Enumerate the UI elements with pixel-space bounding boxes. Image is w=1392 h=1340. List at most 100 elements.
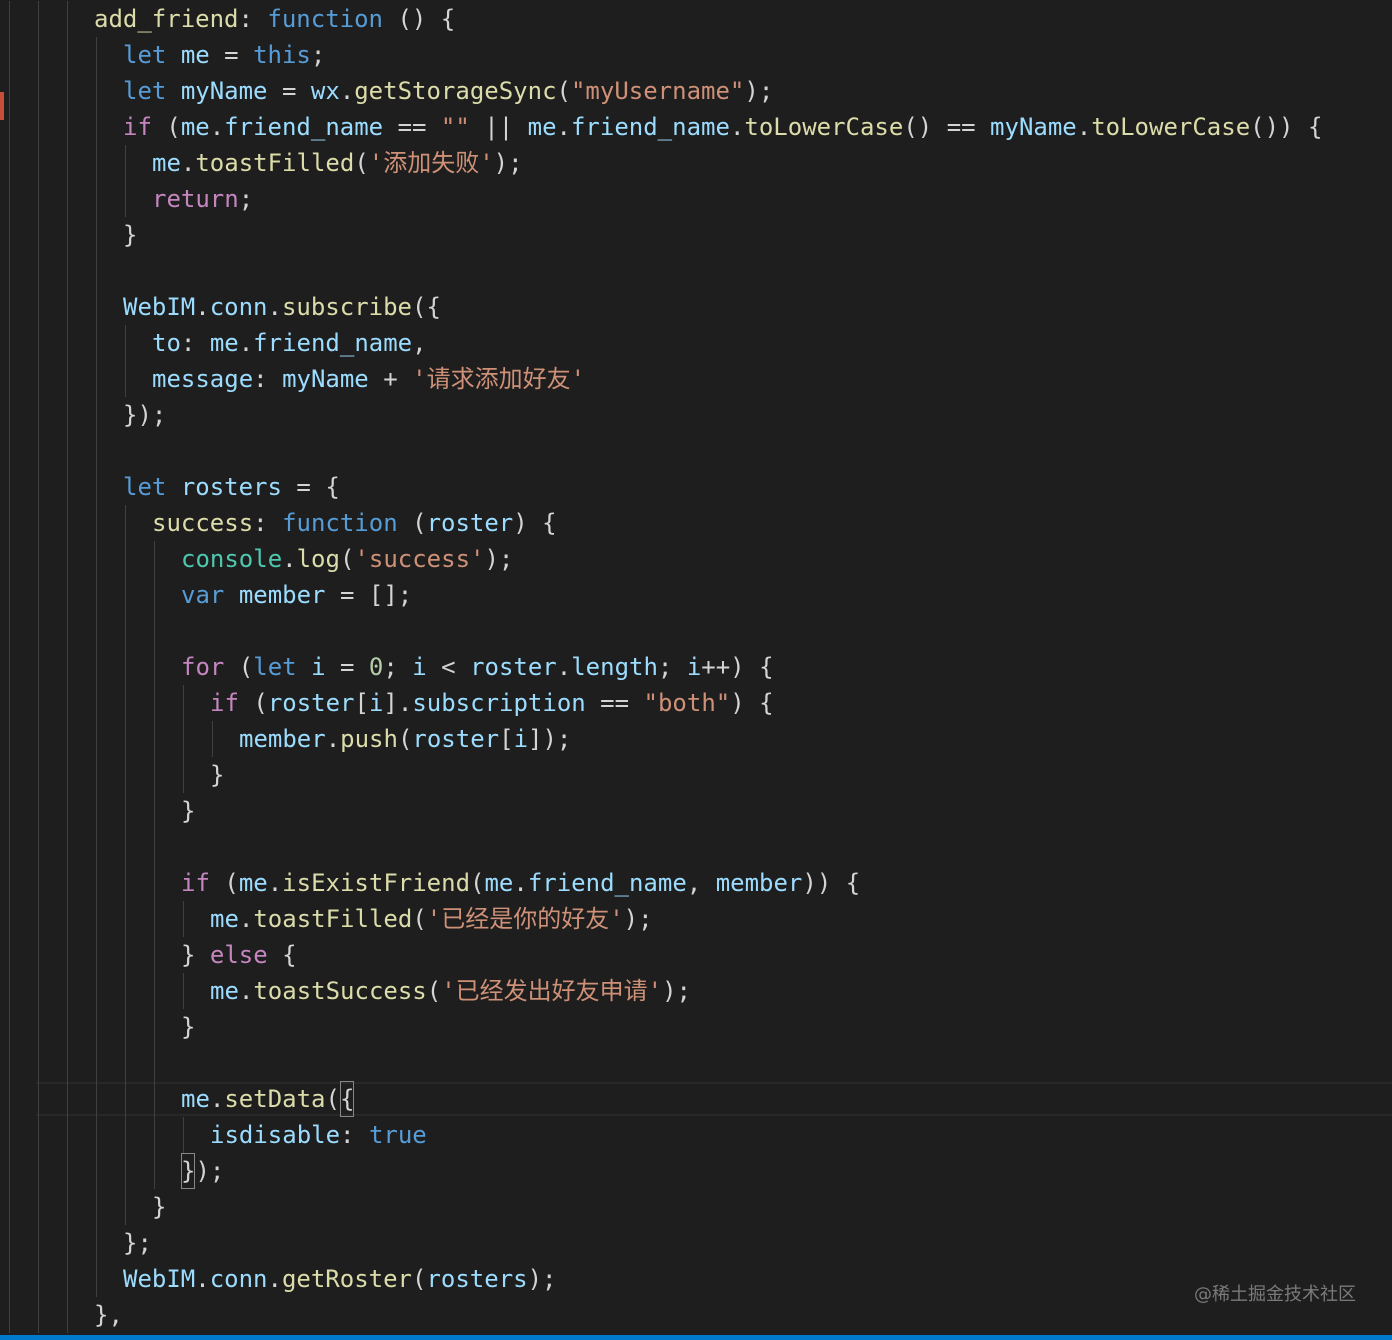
- code-line[interactable]: if (roster[i].subscription == "both") {: [210, 685, 774, 721]
- code-line[interactable]: add_friend: function () {: [94, 1, 455, 37]
- code-token: ;: [383, 653, 413, 681]
- code-editor[interactable]: add_friend: function () {let me = this; l…: [0, 0, 1392, 1340]
- code-token: )) {: [802, 869, 861, 897]
- code-line[interactable]: let rosters = {: [123, 469, 340, 505]
- code-token: friend_name: [570, 113, 730, 141]
- code-token: }: [181, 1013, 196, 1041]
- code-token: :: [253, 509, 283, 537]
- code-token: },: [94, 1301, 123, 1329]
- indent-guide-line: [125, 505, 126, 1225]
- code-line[interactable]: to: me.friend_name,: [152, 325, 427, 361]
- code-token: isExistFriend: [282, 869, 471, 897]
- code-token: me: [209, 329, 239, 357]
- code-token: let: [253, 653, 297, 681]
- code-token: wx: [310, 77, 340, 105]
- gutter-change-marker: [0, 92, 4, 120]
- code-token: i: [412, 653, 427, 681]
- code-token: myName: [282, 365, 369, 393]
- code-line[interactable]: isdisable: true: [210, 1117, 427, 1153]
- code-token: function: [282, 509, 398, 537]
- code-token: .: [195, 293, 210, 321]
- code-line[interactable]: var member = [];: [181, 577, 412, 613]
- code-token: .: [325, 725, 341, 753]
- watermark: @稀土掘金技术社区: [1194, 1284, 1356, 1305]
- code-token: .: [180, 149, 196, 177]
- code-token: '已经是你的好友': [426, 905, 624, 933]
- code-line[interactable]: member.push(roster[i]);: [239, 721, 571, 757]
- code-token: me: [210, 905, 239, 933]
- code-token: let: [123, 77, 167, 105]
- code-line[interactable]: WebIM.conn.subscribe({: [123, 289, 441, 325]
- code-token: return: [152, 185, 239, 213]
- code-token: push: [340, 725, 398, 753]
- code-token: conn: [209, 293, 268, 321]
- code-line[interactable]: let myName = wx.getStorageSync("myUserna…: [123, 73, 773, 109]
- code-token: i: [686, 653, 702, 681]
- code-line[interactable]: });: [181, 1153, 224, 1189]
- code-line[interactable]: message: myName + '请求添加好友': [152, 361, 585, 397]
- code-token: .: [513, 869, 528, 897]
- code-token: friend_name: [224, 113, 384, 141]
- code-line[interactable]: for (let i = 0; i < roster.length; i++) …: [181, 649, 774, 685]
- code-token: friend_name: [527, 869, 687, 897]
- code-line[interactable]: } else {: [181, 937, 297, 973]
- code-line[interactable]: WebIM.conn.getRoster(rosters);: [123, 1261, 557, 1297]
- code-token: '请求添加好友': [412, 365, 586, 393]
- code-token: if: [123, 113, 152, 141]
- code-token: ({: [412, 293, 441, 321]
- code-line[interactable]: console.log('success');: [181, 541, 513, 577]
- code-token: () {: [383, 5, 456, 33]
- code-token: (: [354, 149, 369, 177]
- code-line[interactable]: }: [181, 1009, 195, 1045]
- code-token: toastSuccess: [253, 977, 427, 1005]
- code-token: i: [513, 725, 529, 753]
- code-line[interactable]: }: [181, 793, 195, 829]
- code-token: if: [181, 869, 210, 897]
- code-token: }: [123, 221, 138, 249]
- matched-bracket: {: [339, 1081, 355, 1117]
- code-token: roster: [267, 689, 355, 717]
- code-line[interactable]: if (me.isExistFriend(me.friend_name, mem…: [181, 865, 860, 901]
- code-token: console: [181, 545, 283, 573]
- code-token: ;: [310, 41, 326, 69]
- code-line[interactable]: me.toastSuccess('已经发出好友申请');: [210, 973, 691, 1009]
- code-token: =: [325, 653, 369, 681]
- code-line[interactable]: me.toastFilled('已经是你的好友');: [210, 901, 653, 937]
- code-token: log: [296, 545, 340, 573]
- indent-guide-line: [183, 685, 184, 793]
- code-line[interactable]: if (me.friend_name == "" || me.friend_na…: [123, 109, 1322, 145]
- code-token: .: [238, 977, 254, 1005]
- code-token: .: [267, 1265, 282, 1293]
- code-line[interactable]: }: [123, 217, 137, 253]
- code-line[interactable]: return;: [152, 181, 253, 217]
- indent-guide-line: [9, 1, 10, 1333]
- code-line[interactable]: });: [123, 397, 166, 433]
- code-line[interactable]: let me = this;: [123, 37, 325, 73]
- code-token: '添加失败': [368, 149, 494, 177]
- code-token: ()) {: [1250, 113, 1323, 141]
- code-line[interactable]: };: [123, 1225, 152, 1261]
- code-token: }: [181, 941, 210, 969]
- code-token: <: [426, 653, 471, 681]
- code-line[interactable]: },: [94, 1297, 123, 1333]
- code-token: :: [253, 365, 283, 393]
- indent-guide-line: [96, 37, 97, 1297]
- code-token: member: [238, 581, 326, 609]
- indent-guide-line: [154, 541, 155, 1189]
- code-token: me: [484, 869, 514, 897]
- code-token: toLowerCase: [744, 113, 904, 141]
- code-token: me: [152, 149, 181, 177]
- code-token: (: [151, 113, 181, 141]
- code-line[interactable]: me.setData({: [181, 1081, 355, 1117]
- code-token: (: [397, 725, 413, 753]
- code-line[interactable]: success: function (roster) {: [152, 505, 557, 541]
- code-line[interactable]: }: [210, 757, 224, 793]
- code-line[interactable]: }: [152, 1189, 166, 1225]
- code-token: ++) {: [701, 653, 774, 681]
- code-token: .: [556, 113, 571, 141]
- code-token: (: [224, 653, 254, 681]
- code-line[interactable]: me.toastFilled('添加失败');: [152, 145, 523, 181]
- code-token: (: [209, 869, 239, 897]
- code-token: isdisable: [210, 1121, 341, 1149]
